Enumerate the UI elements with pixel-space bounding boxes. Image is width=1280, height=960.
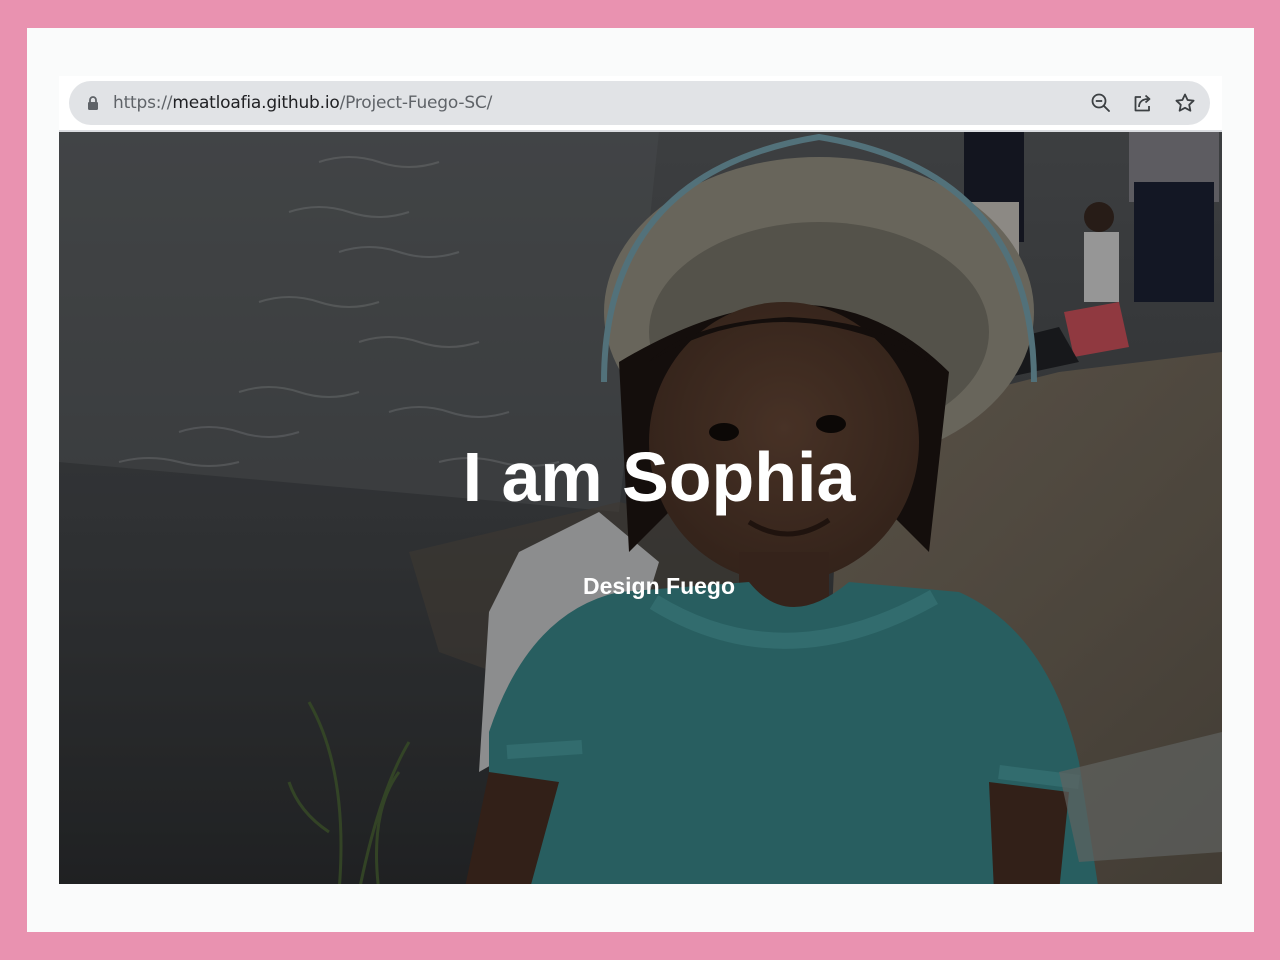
hero-subtitle: Design Fuego (582, 573, 736, 599)
lock-icon[interactable] (86, 95, 100, 111)
browser-window: https://meatloafia.github.io/Project-Fue… (59, 76, 1222, 884)
address-bar[interactable]: https://meatloafia.github.io/Project-Fue… (69, 81, 1210, 125)
hero-title: I am Sophia (462, 438, 856, 516)
hero-section: I am Sophia Design Fuego (59, 132, 1222, 884)
share-icon[interactable] (1131, 91, 1155, 115)
url-path: /Project-Fuego-SC/ (339, 93, 493, 113)
url-scheme: https:// (113, 93, 173, 113)
zoom-out-icon[interactable] (1089, 91, 1113, 115)
bookmark-star-icon[interactable] (1173, 91, 1197, 115)
url-text[interactable]: https://meatloafia.github.io/Project-Fue… (113, 81, 492, 125)
browser-toolbar: https://meatloafia.github.io/Project-Fue… (59, 76, 1222, 131)
url-host: meatloafia.github.io (172, 93, 340, 113)
